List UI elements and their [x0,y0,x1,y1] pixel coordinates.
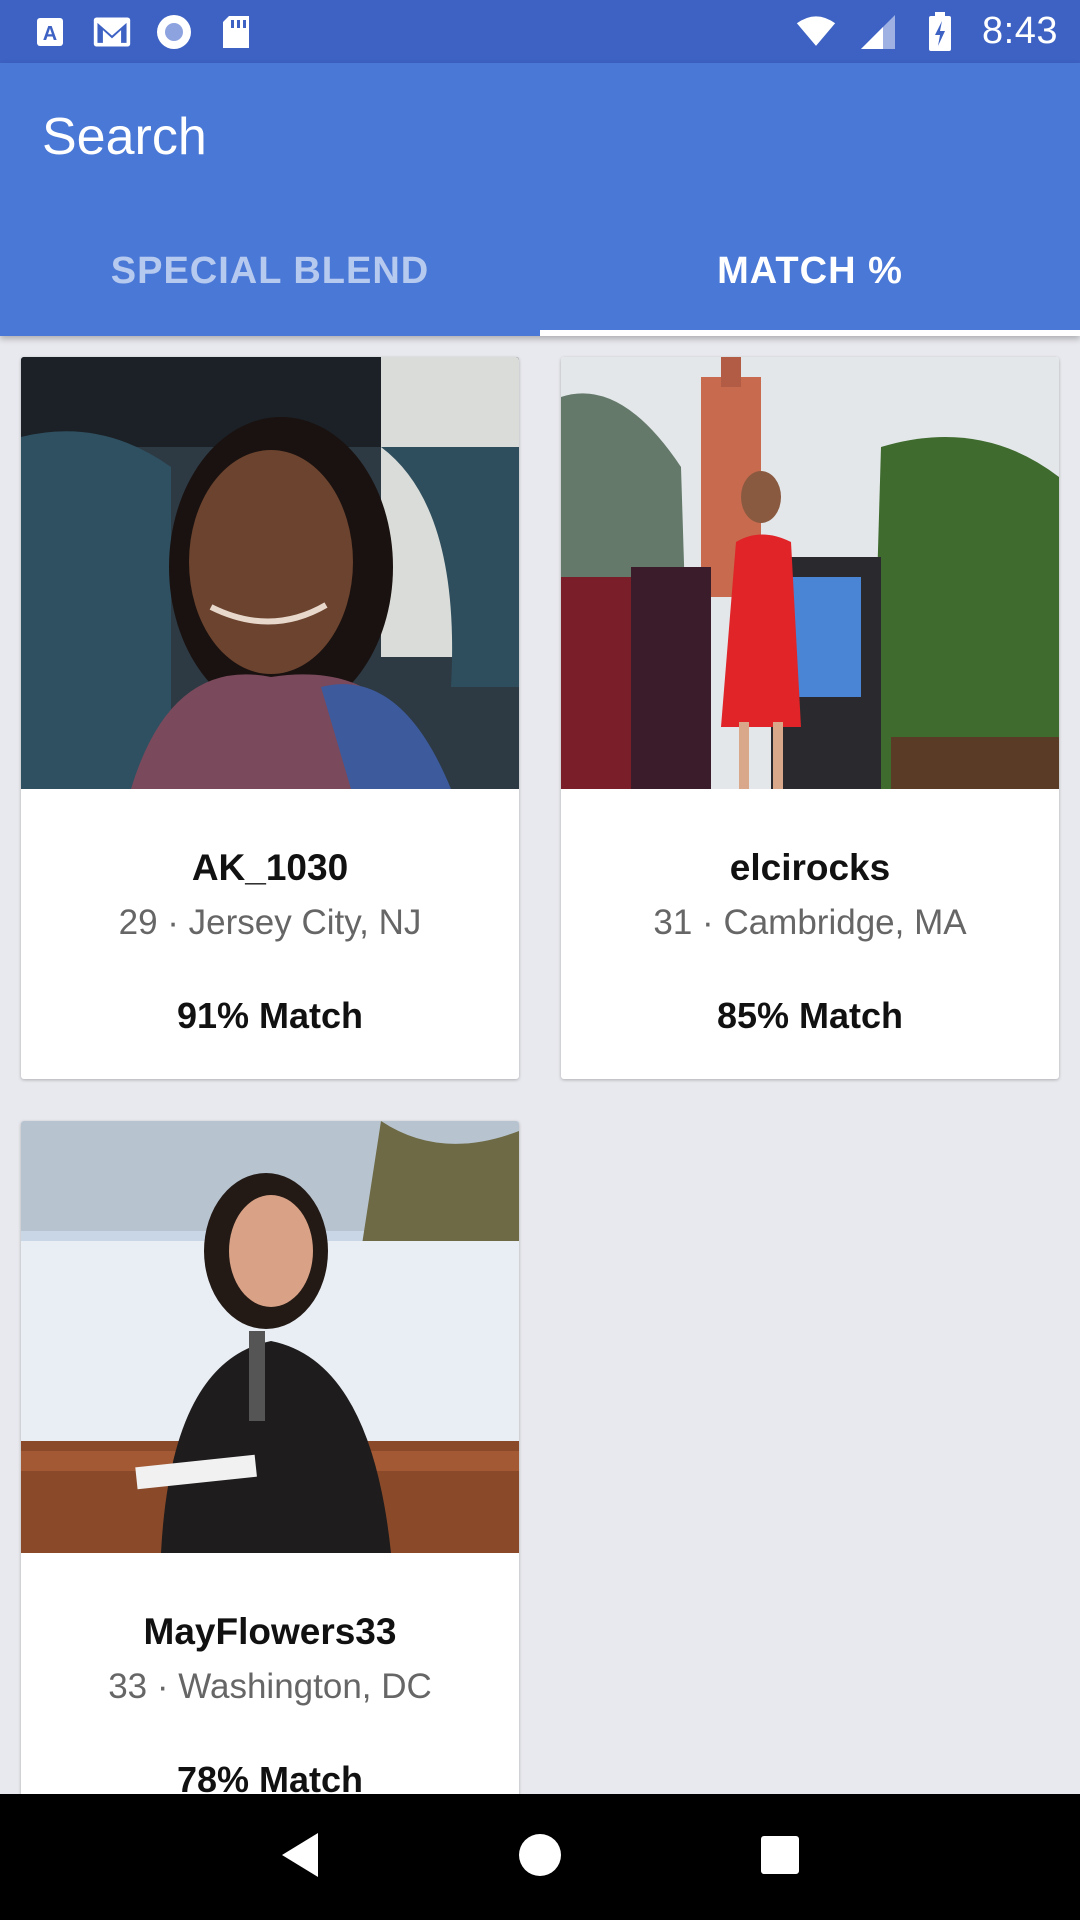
status-bar: A 8:43 [0,0,1080,63]
status-bar-left: A [30,12,256,52]
profile-card[interactable]: MayFlowers33 33 · Washington, DC 78% Mat… [21,1121,519,1794]
profile-username: MayFlowers33 [143,1611,397,1652]
profile-card-body: AK_1030 29 · Jersey City, NJ 91% Match [21,789,519,1079]
system-nav-bar [0,1794,1080,1920]
tab-special-blend[interactable]: SPECIAL BLEND [0,206,540,336]
profile-username: elcirocks [729,847,891,888]
recents-button[interactable] [750,1827,810,1887]
a-notification-icon: A [30,12,70,52]
home-button[interactable] [510,1827,570,1887]
tab-match-percent[interactable]: MATCH % [540,206,1080,336]
signal-icon [858,12,898,52]
profile-photo [561,357,1059,789]
profile-card-body: MayFlowers33 33 · Washington, DC 78% Mat… [21,1553,519,1794]
svg-text:A: A [43,23,57,45]
profile-match-percent: 91% Match [176,995,364,1036]
profile-card-body: elcirocks 31 · Cambridge, MA 85% Match [561,789,1059,1079]
page-title: Search [42,108,207,166]
app-bar: Search SPECIAL BLEND MATCH % [0,63,1080,336]
circle-app-icon [154,12,194,52]
battery-charging-icon [920,11,960,52]
profile-username: AK_1030 [191,847,349,888]
profile-photo [21,357,519,789]
profile-details: 33 · Washington, DC [108,1667,432,1706]
gmail-icon [92,12,132,52]
profile-match-percent: 78% Match [176,1759,364,1794]
profile-photo [21,1121,519,1553]
tab-bar: SPECIAL BLEND MATCH % [0,206,1080,336]
back-icon [278,1831,322,1884]
profile-grid: AK_1030 29 · Jersey City, NJ 91% Match e… [0,336,1080,1794]
profile-card[interactable]: elcirocks 31 · Cambridge, MA 85% Match [561,357,1059,1079]
profile-details: 29 · Jersey City, NJ [118,903,422,942]
status-bar-right: 8:43 [796,10,1058,53]
profile-details: 31 · Cambridge, MA [653,903,967,942]
status-time: 8:43 [982,10,1058,52]
profile-match-percent: 85% Match [716,995,904,1036]
sd-card-icon [216,12,256,52]
profile-card[interactable]: AK_1030 29 · Jersey City, NJ 91% Match [21,357,519,1079]
home-icon [516,1831,564,1884]
back-button[interactable] [270,1827,330,1887]
wifi-icon [796,12,836,52]
recents-icon [759,1834,801,1881]
